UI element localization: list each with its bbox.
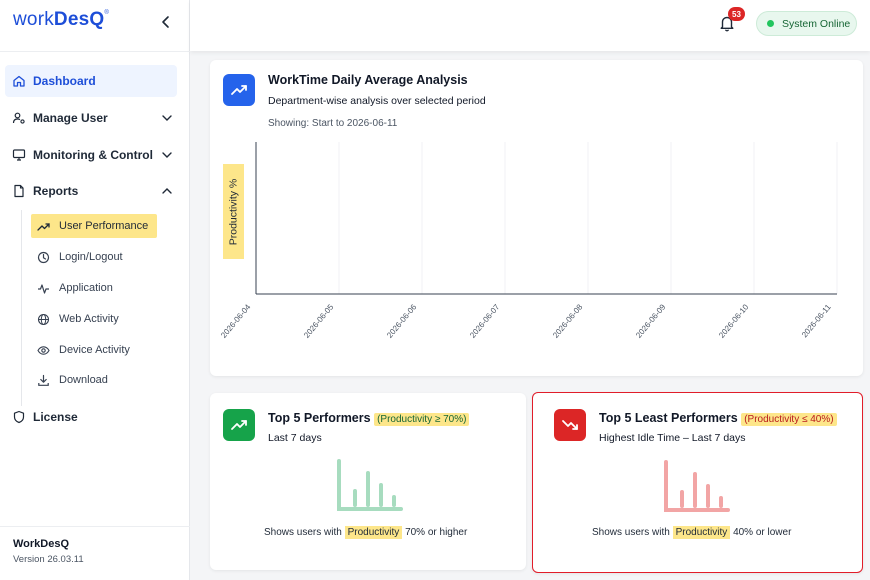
x-tick-label: 2026-06-04 [219, 302, 253, 340]
x-tick-label: 2026-06-09 [634, 302, 668, 340]
top-header: 53 System Online [190, 0, 870, 51]
sidebar-item-monitoring-control[interactable]: Monitoring & Control [5, 139, 177, 171]
bar-chart-placeholder-icon [337, 459, 403, 511]
sidebar-subitem-download[interactable]: Download [31, 368, 108, 392]
analysis-title: WorkTime Daily Average Analysis [268, 73, 468, 87]
x-tick-label: 2026-06-06 [385, 302, 419, 340]
file-icon [14, 184, 24, 198]
collapse-sidebar-icon[interactable] [158, 13, 174, 31]
sidebar-item-label: Reports [33, 184, 79, 198]
submenu-guide-line [21, 210, 22, 406]
sidebar-subitem-login-logout[interactable]: Login/Logout [31, 245, 123, 269]
x-tick-label: 2026-06-07 [468, 302, 502, 340]
notification-badge: 53 [728, 7, 745, 21]
top-performers-subtitle: Last 7 days [268, 432, 322, 444]
trending-up-icon [231, 85, 247, 95]
system-status-badge: System Online [756, 11, 857, 36]
sidebar-subitem-application[interactable]: Application [31, 276, 113, 300]
top-performers-tile [223, 409, 255, 441]
sidebar-subitem-label: Application [59, 282, 113, 294]
sidebar-item-manage-user[interactable]: Manage User [5, 102, 177, 134]
y-axis-label: Productivity % [227, 178, 240, 245]
bar-chart-placeholder-icon [664, 460, 730, 512]
sidebar-item-label: License [33, 410, 78, 424]
sidebar-item-license[interactable]: License [5, 401, 177, 433]
sidebar-subitem-label: Device Activity [59, 344, 130, 356]
app-logo[interactable]: workDesQ® [13, 9, 109, 31]
trending-up-icon [231, 420, 247, 430]
top-performers-title: Top 5 Performers (Productivity ≥ 70%) [268, 411, 470, 426]
user-settings-icon [12, 112, 25, 124]
chevron-down-icon [162, 115, 172, 121]
trending-down-icon [562, 420, 578, 430]
chevron-up-icon [162, 188, 172, 194]
least-performers-title: Top 5 Least Performers (Productivity ≤ 4… [599, 411, 837, 426]
x-tick-label: 2026-06-05 [302, 302, 336, 340]
status-text: System Online [782, 17, 851, 30]
sidebar-item-label: Monitoring & Control [33, 148, 153, 162]
sidebar-subitem-label: User Performance [59, 220, 149, 232]
productivity-threshold-badge: (Productivity ≥ 70%) [374, 413, 470, 426]
sidebar-subitem-label: Download [59, 374, 108, 386]
download-icon [38, 374, 49, 386]
shield-icon [13, 410, 25, 424]
footer-version: Version 26.03.11 [13, 554, 84, 565]
productivity-chart [255, 142, 838, 295]
status-dot-icon [767, 20, 774, 27]
x-tick-label: 2026-06-08 [551, 302, 585, 340]
chevron-down-icon [162, 152, 172, 158]
sidebar-item-dashboard[interactable]: Dashboard [5, 65, 177, 97]
productivity-threshold-badge: (Productivity ≤ 40%) [741, 413, 837, 426]
sidebar-item-reports[interactable]: Reports [5, 175, 177, 207]
sidebar-divider [0, 51, 190, 52]
sidebar-item-label: Manage User [33, 111, 108, 125]
home-icon [13, 75, 25, 87]
x-tick-label: 2026-06-11 [799, 302, 833, 340]
globe-icon [37, 313, 50, 325]
sidebar: workDesQ® Dashboard Manage User Monitori… [0, 0, 190, 580]
analysis-period: Showing: Start to 2026-06-11 [268, 118, 398, 129]
analysis-subtitle: Department-wise analysis over selected p… [268, 95, 486, 107]
top-performers-description: Shows users with Productivity 70% or hig… [264, 526, 468, 539]
sidebar-subitem-user-performance[interactable]: User Performance [31, 214, 157, 238]
x-tick-label: 2026-06-10 [717, 302, 751, 340]
trending-up-icon [37, 222, 50, 231]
sidebar-footer: WorkDesQ Version 26.03.11 [0, 526, 190, 580]
footer-brand: WorkDesQ [13, 538, 70, 550]
sidebar-subitem-web-activity[interactable]: Web Activity [31, 307, 119, 331]
sidebar-subitem-label: Web Activity [59, 313, 119, 325]
top-performers-card: Top 5 Performers (Productivity ≥ 70%) La… [210, 393, 526, 570]
least-performers-tile [554, 409, 586, 441]
clock-icon [37, 251, 50, 263]
least-performers-subtitle: Highest Idle Time – Last 7 days [599, 432, 746, 444]
analysis-tile [223, 74, 255, 106]
sidebar-subitem-device-activity[interactable]: Device Activity [31, 338, 130, 362]
monitor-icon [12, 149, 26, 161]
activity-icon [38, 283, 49, 294]
least-performers-description: Shows users with Productivity 40% or low… [592, 526, 792, 539]
sidebar-item-label: Dashboard [33, 74, 96, 88]
least-performers-card: Top 5 Least Performers (Productivity ≤ 4… [532, 392, 863, 573]
worktime-analysis-card: WorkTime Daily Average Analysis Departme… [210, 60, 863, 376]
sidebar-subitem-label: Login/Logout [59, 251, 123, 263]
eye-icon [37, 345, 50, 355]
